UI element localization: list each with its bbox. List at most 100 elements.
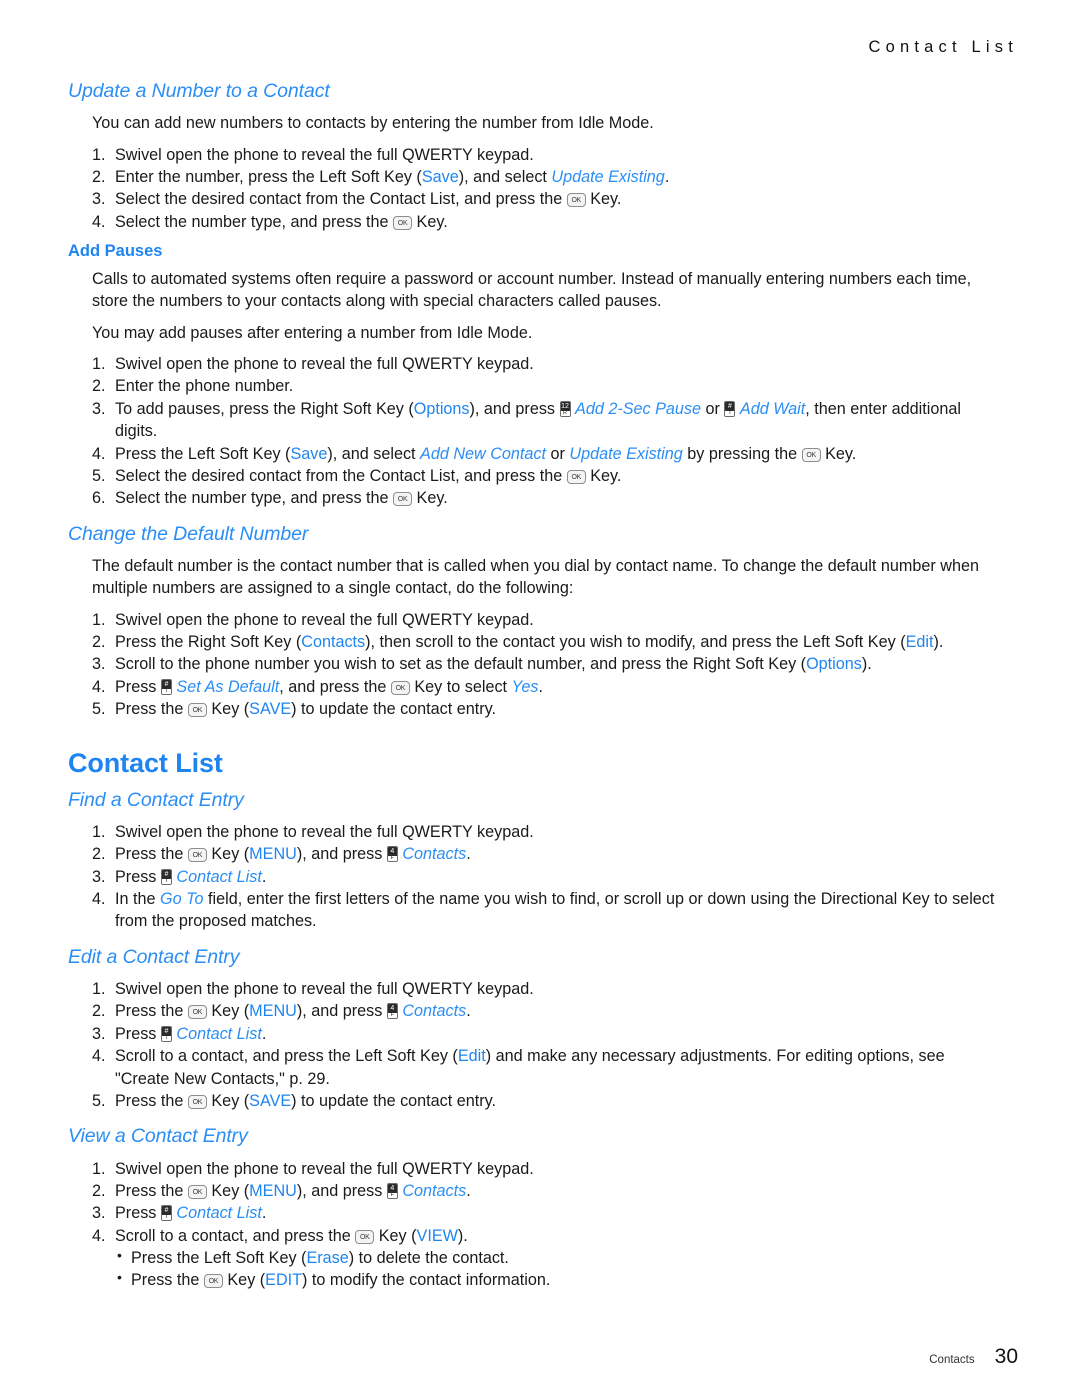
step-number: 1.: [92, 355, 106, 374]
step-text: Press # T Contact List.: [115, 1024, 267, 1043]
step-item: 4. Press # T Set As Default, and press the…: [68, 676, 998, 698]
step-item: 5. Press the OK Key (SAVE) to update the …: [68, 1090, 998, 1112]
ok-key-icon: OK: [566, 469, 586, 484]
ok-key-icon: OK: [187, 1005, 207, 1020]
step-item: 5. Select the desired contact from the Co…: [68, 465, 998, 487]
step-item: 1. Swivel open the phone to reveal the fu…: [68, 978, 998, 1000]
step-item: 5. Press the OK Key (SAVE) to update the …: [68, 698, 998, 720]
steps-edit-contact: 1. Swivel open the phone to reveal the fu…: [68, 978, 998, 1112]
step-number: 4.: [92, 677, 106, 696]
paragraph-add-pauses-2: You may add pauses after entering a numb…: [92, 323, 533, 342]
step-item: 4. Scroll to a contact, and press the Lef…: [68, 1045, 998, 1090]
softkey-label: MENU: [249, 845, 297, 864]
keypad-key-icon: 12 R: [559, 400, 571, 417]
manual-page: Contact List Update a Number to a Contac…: [0, 0, 1080, 1397]
bullet-item: • Press the Left Soft Key (Erase) to dele…: [68, 1247, 998, 1269]
step-item: 3. Press # T Contact List.: [68, 1202, 998, 1224]
chapter-heading-contact-list: Contact List: [68, 748, 223, 779]
step-text: Press # T Set As Default, and press the O…: [115, 677, 544, 696]
step-number: 5.: [92, 700, 106, 719]
step-text: Swivel open the phone to reveal the full…: [115, 610, 534, 629]
step-text: Press the OK Key (SAVE) to update the co…: [115, 700, 497, 719]
menu-item-label: Go To: [160, 890, 204, 908]
step-text: Swivel open the phone to reveal the full…: [115, 1159, 534, 1178]
bullet-marker-icon: •: [117, 1269, 122, 1286]
step-number: 1.: [92, 822, 106, 841]
step-item: 2. Enter the number, press the Left Soft …: [68, 166, 998, 188]
step-number: 4.: [92, 212, 106, 231]
softkey-label: Save: [290, 444, 328, 463]
paragraph-change-default-intro: The default number is the contact number…: [92, 556, 979, 598]
step-item: 3. Press # T Contact List.: [68, 866, 998, 888]
step-number: 2.: [92, 1182, 106, 1201]
softkey-label: Options: [806, 655, 862, 674]
ok-key-icon: OK: [393, 492, 413, 507]
step-text: Press the OK Key (SAVE) to update the co…: [115, 1091, 497, 1110]
softkey-label: Erase: [306, 1249, 349, 1268]
step-text: Scroll to a contact, and press the Left …: [115, 1047, 945, 1088]
step-item: 2. Press the OK Key (MENU), and press 4F …: [68, 1000, 998, 1022]
page-footer: Contacts 30: [929, 1345, 1018, 1369]
section-heading-update-number: Update a Number to a Contact: [68, 80, 330, 102]
steps-add-pauses: 1. Swivel open the phone to reveal the fu…: [68, 353, 998, 510]
step-number: 2.: [92, 633, 106, 652]
menu-item-label: Contacts: [402, 1182, 467, 1201]
step-text: Enter the number, press the Left Soft Ke…: [115, 168, 670, 187]
ok-key-icon: OK: [355, 1229, 375, 1244]
menu-item-label: Contact List: [176, 1204, 262, 1223]
section-heading-view-contact: View a Contact Entry: [68, 1125, 248, 1148]
step-text: Press the Left Soft Key (Save), and sele…: [115, 444, 857, 463]
step-text: In the Go To field, enter the first lett…: [115, 890, 995, 931]
step-number: 5.: [92, 1091, 106, 1110]
step-number: 2.: [92, 377, 106, 396]
step-text: Select the number type, and press the OK…: [115, 212, 448, 231]
step-text: Press the OK Key (MENU), and press 4F Co…: [115, 1182, 471, 1201]
keypad-key-icon: # T: [160, 1025, 172, 1042]
step-number: 4.: [92, 1047, 106, 1066]
steps-find-contact: 1. Swivel open the phone to reveal the fu…: [68, 821, 998, 933]
step-number: 2.: [92, 845, 106, 864]
bullet-text: Press the OK Key (EDIT) to modify the co…: [131, 1271, 551, 1290]
softkey-label: VIEW: [416, 1226, 458, 1245]
keypad-key-icon: # T: [724, 400, 736, 417]
step-number: 5.: [92, 466, 106, 485]
menu-item-label: Add Wait: [739, 399, 806, 418]
keypad-key-icon: 4F: [386, 846, 398, 863]
step-item: 1. Swivel open the phone to reveal the fu…: [68, 1158, 998, 1180]
paragraph-update-number-intro: You can add new numbers to contacts by e…: [92, 114, 654, 133]
step-text: Swivel open the phone to reveal the full…: [115, 355, 534, 374]
step-text: Swivel open the phone to reveal the full…: [115, 822, 534, 841]
step-text: Enter the phone number.: [115, 377, 294, 396]
softkey-label: SAVE: [249, 1091, 292, 1110]
step-item: 4. Press the Left Soft Key (Save), and se…: [68, 443, 998, 465]
footer-page-number: 30: [994, 1345, 1018, 1368]
keypad-key-icon: # T: [160, 868, 172, 885]
bullet-marker-icon: •: [117, 1247, 122, 1264]
step-text: Press the OK Key (MENU), and press 4F Co…: [115, 1002, 471, 1021]
ok-key-icon: OK: [390, 680, 410, 695]
step-text: Select the desired contact from the Cont…: [115, 466, 622, 485]
softkey-label: Edit: [457, 1047, 486, 1066]
ok-key-icon: OK: [801, 447, 821, 462]
step-item: 2. Press the Right Soft Key (Contacts), t…: [68, 631, 998, 653]
menu-item-label: Contacts: [402, 845, 467, 864]
step-text: Press # T Contact List.: [115, 867, 267, 886]
step-text: Swivel open the phone to reveal the full…: [115, 980, 534, 999]
step-text: Press # T Contact List.: [115, 1204, 267, 1223]
step-number: 1.: [92, 1159, 106, 1178]
step-item: 4. Select the number type, and press the …: [68, 211, 998, 233]
step-number: 3.: [92, 1024, 106, 1043]
step-number: 2.: [92, 168, 106, 187]
step-item: 2. Press the OK Key (MENU), and press 4F …: [68, 1180, 998, 1202]
softkey-label: MENU: [249, 1002, 297, 1021]
section-heading-find-contact: Find a Contact Entry: [68, 788, 244, 811]
menu-item-label: Add New Contact: [420, 444, 547, 463]
step-number: 3.: [92, 190, 106, 209]
keypad-key-icon: # T: [160, 1205, 172, 1222]
step-text: Scroll to the phone number you wish to s…: [115, 655, 872, 674]
step-item: 3. Scroll to the phone number you wish to…: [68, 653, 998, 675]
step-number: 3.: [92, 655, 106, 674]
step-number: 4.: [92, 1226, 106, 1245]
step-item: 3. To add pauses, press the Right Soft Ke…: [68, 398, 998, 443]
step-number: 6.: [92, 489, 106, 508]
